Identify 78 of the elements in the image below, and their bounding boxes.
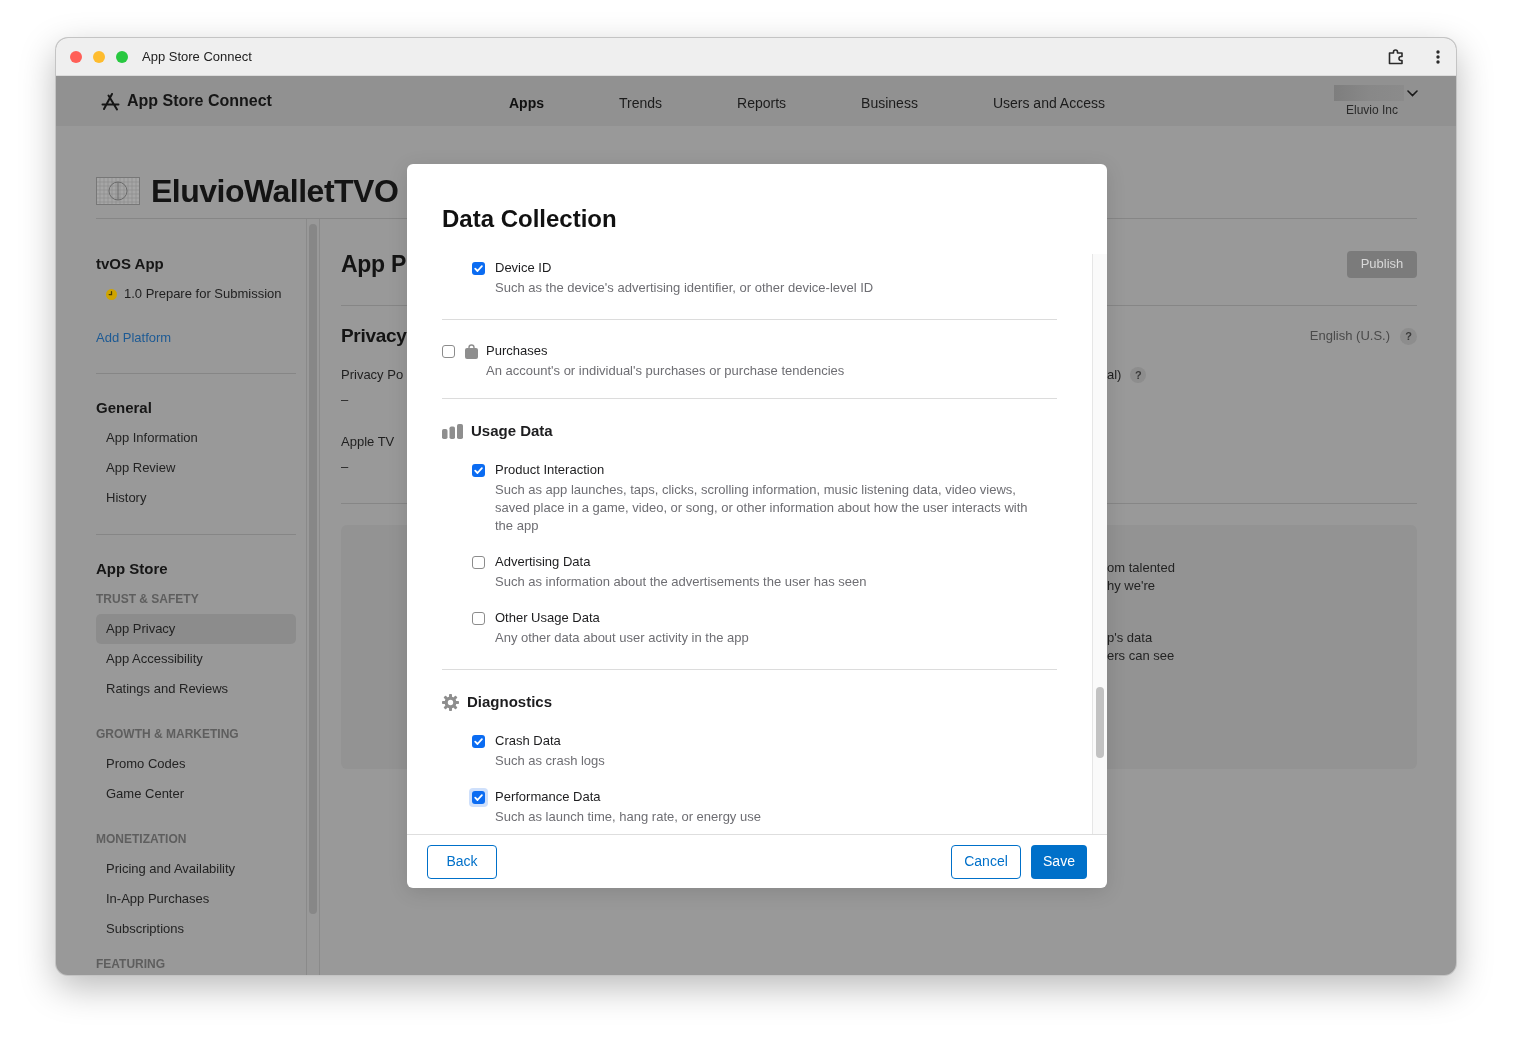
logo-icon[interactable] — [101, 91, 120, 111]
nav-link[interactable]: Business — [861, 93, 918, 113]
checkbox[interactable] — [472, 556, 485, 569]
section-heading: Privacy — [341, 323, 407, 348]
checkbox[interactable] — [472, 735, 485, 748]
option-description: An account's or individual's purchases or purchase tendencies — [486, 362, 845, 380]
app-name: EluvioWalletTVO — [151, 172, 399, 210]
sidebar-item[interactable]: App Information — [96, 423, 296, 453]
help-button[interactable]: ? — [1400, 327, 1417, 345]
option-label: Purchases — [486, 342, 548, 360]
back-button[interactable]: Back — [427, 844, 497, 879]
close-button[interactable] — [70, 50, 82, 63]
dialog-title: Data Collection — [442, 204, 618, 234]
save-button[interactable]: Save — [1031, 844, 1087, 879]
sidebar-item[interactable]: Subscriptions — [96, 914, 296, 944]
nav-link[interactable]: Trends — [619, 93, 663, 113]
sidebar-item[interactable]: App Accessibility — [96, 644, 296, 674]
option-description: Any other data about user activity in the app — [495, 629, 749, 647]
option-label: Product Interaction — [495, 461, 605, 479]
sidebar-item[interactable]: Ratings and Reviews — [96, 674, 296, 704]
chevron-down-icon[interactable] — [1407, 89, 1418, 97]
checkbox[interactable] — [472, 262, 485, 275]
option-description: Such as the device's advertising identifier, or other device-level ID — [495, 279, 874, 297]
checkbox[interactable] — [472, 612, 485, 625]
platform-title: tvOS App — [96, 254, 165, 274]
group-heading: GROWTH & MARKETING — [96, 726, 240, 743]
nav-link[interactable]: Apps — [509, 93, 544, 113]
category-title: Diagnostics — [467, 691, 553, 712]
option-label: Other Usage Data — [495, 609, 600, 627]
test-pattern-icon — [96, 177, 140, 205]
nav-link[interactable]: Users and Access — [992, 93, 1105, 113]
field-label: Privacy Po — [341, 366, 404, 385]
group-heading: MONETIZATION — [96, 831, 188, 848]
sidebar-item[interactable]: Game Center — [96, 779, 296, 809]
group-heading: TRUST & SAFETY — [96, 591, 200, 608]
section-title: App Store — [96, 559, 169, 579]
cancel-button[interactable]: Cancel — [951, 844, 1021, 879]
gear-icon — [442, 693, 459, 711]
page-title: App P — [341, 250, 406, 279]
field-label: Apple TV — [341, 433, 395, 452]
field-value: – — [341, 391, 349, 410]
section-title: General — [96, 398, 153, 418]
option-label: Device ID — [495, 259, 552, 277]
option-description: Such as crash logs — [495, 752, 605, 770]
puzzle-piece-icon[interactable] — [1388, 48, 1405, 65]
sidebar-item[interactable]: In-App Purchases — [96, 884, 296, 914]
group-heading: FEATURING — [96, 956, 167, 973]
more-menu-icon[interactable] — [1436, 49, 1440, 64]
team-name[interactable]: Eluvio Inc — [1346, 102, 1399, 118]
card-text: p's data ers can see — [1107, 629, 1175, 665]
sidebar-item[interactable]: App Privacy — [96, 614, 296, 644]
option-description: Such as launch time, hang rate, or energy use — [495, 808, 761, 826]
version-status: 1.0 Prepare for Submission — [124, 285, 282, 304]
nav-link[interactable]: Reports — [737, 93, 787, 113]
field-value: – — [341, 458, 349, 477]
scrollbar-thumb[interactable] — [1096, 687, 1104, 758]
clock-status-icon — [106, 288, 117, 300]
option-label: Advertising Data — [495, 553, 591, 571]
checkbox[interactable] — [472, 464, 485, 477]
option-description: Such as information about the advertisements the user has seen — [495, 573, 867, 591]
sidebar-item[interactable]: Pricing and Availability — [96, 854, 296, 884]
option-label: Crash Data — [495, 732, 561, 750]
window-title: App Store Connect — [142, 47, 252, 66]
option-description: Such as app launches, taps, clicks, scrolling information, music listening data, video views, saved place in a game, video, or song, or other information about how the user interacts with the app — [495, 481, 1029, 535]
language-label[interactable]: English (U.S.) — [1309, 326, 1390, 346]
field-label: al) — [1107, 366, 1122, 385]
shopping-bag-icon — [465, 344, 478, 359]
sidebar-item[interactable]: Promo Codes — [96, 749, 296, 779]
checkbox[interactable] — [442, 345, 455, 358]
sidebar-item[interactable]: App Review — [96, 453, 296, 483]
help-button[interactable]: ? — [1130, 367, 1147, 383]
category-title: Usage Data — [471, 420, 553, 441]
bar-chart-icon — [442, 423, 463, 439]
site-logo-text[interactable]: App Store Connect — [127, 89, 272, 113]
option-label: Performance Data — [495, 788, 601, 806]
checkbox[interactable] — [469, 788, 488, 807]
sidebar-item[interactable]: History — [96, 483, 296, 513]
card-text: om talented hy we're — [1107, 559, 1175, 595]
